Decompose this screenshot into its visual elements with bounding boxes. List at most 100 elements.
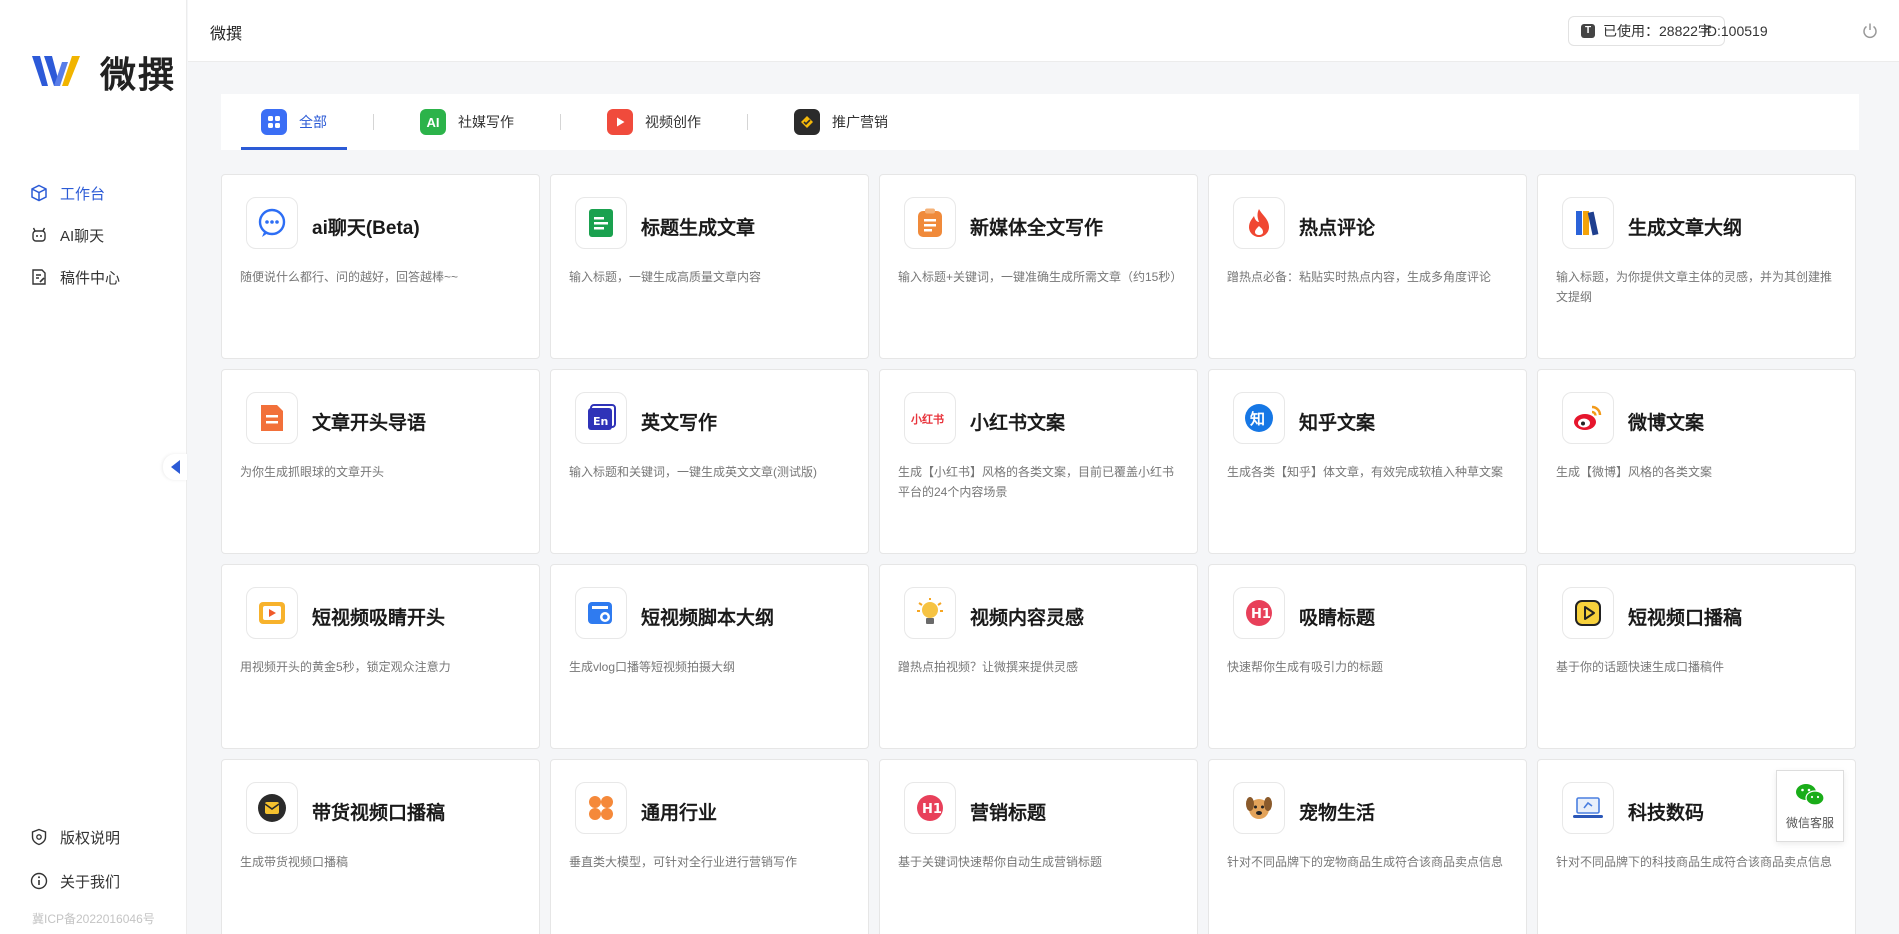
tool-card-description: 快速帮你生成有吸引力的标题 [1227,660,1384,674]
svg-text:知: 知 [1250,410,1265,428]
tool-card-video-inspiration[interactable]: 视频内容灵感 蹭热点拍视频？让微撰来提供灵感 [879,564,1198,749]
tool-card-article-outline[interactable]: 生成文章大纲 输入标题，为你提供文章主体的灵感，并为其创建推文提纲 [1537,174,1856,359]
tool-card-description: 输入标题+关键词，一键准确生成所需文章（约15秒） [898,270,1183,284]
sidebar-item-about[interactable]: 关于我们 [30,859,120,903]
tool-card-title: 文章开头导语 [312,413,427,434]
robot-icon [32,227,46,242]
tool-card-xiaohongshu[interactable]: 小红书 小红书文案 生成【小红书】风格的各类文案，目前已覆盖小红书平台的24个内… [879,369,1198,554]
tab-divider [560,114,561,130]
tool-card-description: 生成【微博】风格的各类文案 [1556,465,1713,479]
svg-text:En: En [593,415,608,428]
tool-card-zhihu[interactable]: 知 知乎文案 生成各类【知乎】体文章，有效完成软植入种草文案 [1208,369,1527,554]
tool-card-pet-life[interactable]: 宠物生活 针对不同品牌下的宠物商品生成符合该商品卖点信息 [1208,759,1527,934]
tool-card-title-to-article[interactable]: 标题生成文章 输入标题，一键生成高质量文章内容 [550,174,869,359]
tool-card-video-script-outline[interactable]: 短视频脚本大纲 生成vlog口播等短视频拍摄大纲 [550,564,869,749]
sidebar-item-workbench[interactable]: 工作台 [30,172,120,214]
power-icon[interactable] [1861,22,1879,40]
tab-social-writing[interactable]: AI 社媒写作 [400,94,534,150]
dog-icon [1233,782,1285,834]
text-t-icon: T [1581,24,1595,38]
tab-marketing[interactable]: 推广营销 [774,94,908,150]
tool-card-description: 输入标题，一键生成高质量文章内容 [569,270,762,284]
tool-card-description: 针对不同品牌下的宠物商品生成符合该商品卖点信息 [1227,855,1504,869]
logo-text: 微撰 [100,55,177,96]
sidebar: 微撰 工作台 AI聊天 稿件中心 版权说明 关于我们 冀ICP备20220160… [0,0,187,934]
tool-card-title: 短视频吸睛开头 [312,608,446,629]
tool-card-new-media-writing[interactable]: 新媒体全文写作 输入标题+关键词，一键准确生成所需文章（约15秒） [879,174,1198,359]
tool-card-title: 科技数码 [1628,803,1705,824]
tab-label: 推广营销 [832,114,888,130]
tool-card-description: 用视频开头的黄金5秒，锁定观众注意力 [240,660,451,674]
tool-card-title: 知乎文案 [1299,413,1376,434]
tab-label: 视频创作 [645,114,701,130]
lightbulb-icon [904,587,956,639]
sidebar-item-label: AI聊天 [60,227,105,245]
tool-card-short-video-opening[interactable]: 短视频吸睛开头 用视频开头的黄金5秒，锁定观众注意力 [221,564,540,749]
tool-card-title: 短视频口播稿 [1628,608,1743,629]
sidebar-collapse-button[interactable] [163,454,187,480]
tab-label: 全部 [299,114,327,130]
tool-card-description: 蹭热点拍视频？让微撰来提供灵感 [898,660,1079,674]
sidebar-item-ai-chat[interactable]: AI聊天 [30,214,120,256]
tab-divider [373,114,374,130]
tab-all[interactable]: 全部 [241,94,347,150]
shield-icon [31,828,47,846]
svg-text:H1: H1 [1251,607,1271,622]
tool-card-title: 短视频脚本大纲 [641,608,775,629]
tab-video-creation[interactable]: 视频创作 [587,94,721,150]
tool-card-description: 生成各类【知乎】体文章，有效完成软植入种草文案 [1227,465,1504,479]
ai-badge-icon: AI [420,109,446,135]
chevron-left-icon [170,460,180,474]
tool-card-ecommerce-video-script[interactable]: 带货视频口播稿 生成带货视频口播稿 [221,759,540,934]
zhihu-icon: 知 [1233,392,1285,444]
tool-card-title: 带货视频口播稿 [312,803,446,824]
chat-bubble-icon [246,197,298,249]
tool-card-description: 蹭热点必备：粘贴实时热点内容，生成多角度评论 [1227,270,1492,284]
tool-card-title: ai聊天(Beta) [312,218,420,239]
tool-card-general-industry[interactable]: 通用行业 垂直类大模型，可针对全行业进行营销写作 [550,759,869,934]
orange-doc-icon [246,392,298,444]
wechat-service-label: 微信客服 [1785,815,1834,830]
tool-card-hot-comment[interactable]: 热点评论 蹭热点必备：粘贴实时热点内容，生成多角度评论 [1208,174,1527,359]
logo[interactable]: 微撰 [32,46,176,98]
tool-card-description: 随便说什么都行、问的越好，回答越棒~~ [240,270,459,284]
h1-red-icon: H1 [904,782,956,834]
english-icon: En [575,392,627,444]
tool-card-title: 吸睛标题 [1299,608,1376,629]
green-doc-icon [575,197,627,249]
wechat-service-button[interactable]: 微信客服 [1776,770,1844,842]
tool-card-weibo[interactable]: 微博文案 生成【微博】风格的各类文案 [1537,369,1856,554]
tool-card-description: 基于你的话题快速生成口播稿件 [1556,660,1725,674]
tool-card-description: 针对不同品牌下的科技商品生成符合该商品卖点信息 [1556,855,1833,869]
svg-text:H1: H1 [922,802,942,817]
tool-card-title: 新媒体全文写作 [970,218,1104,239]
tab-divider [747,114,748,130]
tool-card-description: 生成vlog口播等短视频拍摄大纲 [569,660,736,674]
tool-card-title: 小红书文案 [970,413,1066,434]
mail-icon [246,782,298,834]
tool-card-description: 生成【小红书】风格的各类文案，目前已覆盖小红书平台的24个内容场景 [898,465,1175,499]
play-square-icon [1562,587,1614,639]
sidebar-item-label: 稿件中心 [60,269,121,287]
sidebar-nav: 工作台 AI聊天 稿件中心 [30,172,120,298]
page-title: 微撰 [210,26,243,43]
header: 微撰 T 已使用：28822字 ID:100519 [188,0,1899,62]
tool-card-title: 热点评论 [1299,218,1376,239]
weibo-icon [1562,392,1614,444]
tool-card-description: 生成带货视频口播稿 [240,855,349,869]
tool-card-description: 垂直类大模型，可针对全行业进行营销写作 [569,855,798,869]
tool-card-title: 生成文章大纲 [1628,218,1743,239]
sidebar-item-copyright[interactable]: 版权说明 [30,815,120,859]
clipboard-icon [904,197,956,249]
tool-card-marketing-title[interactable]: H1 营销标题 基于关键词快速帮你自动生成营销标题 [879,759,1198,934]
tool-card-title: 营销标题 [970,803,1047,824]
user-id[interactable]: ID:100519 [1693,16,1778,46]
tool-card-catchy-title[interactable]: H1 吸睛标题 快速帮你生成有吸引力的标题 [1208,564,1527,749]
tab-label: 社媒写作 [458,114,514,130]
sidebar-item-manuscripts[interactable]: 稿件中心 [30,256,120,298]
icp-license[interactable]: 冀ICP备2022016046号 [32,910,155,927]
tool-card-article-intro[interactable]: 文章开头导语 为你生成抓眼球的文章开头 [221,369,540,554]
tool-card-english-writing[interactable]: En 英文写作 输入标题和关键词，一键生成英文文章(测试版) [550,369,869,554]
tool-card-short-video-narration[interactable]: 短视频口播稿 基于你的话题快速生成口播稿件 [1537,564,1856,749]
tool-card-ai-chat[interactable]: ai聊天(Beta) 随便说什么都行、问的越好，回答越棒~~ [221,174,540,359]
